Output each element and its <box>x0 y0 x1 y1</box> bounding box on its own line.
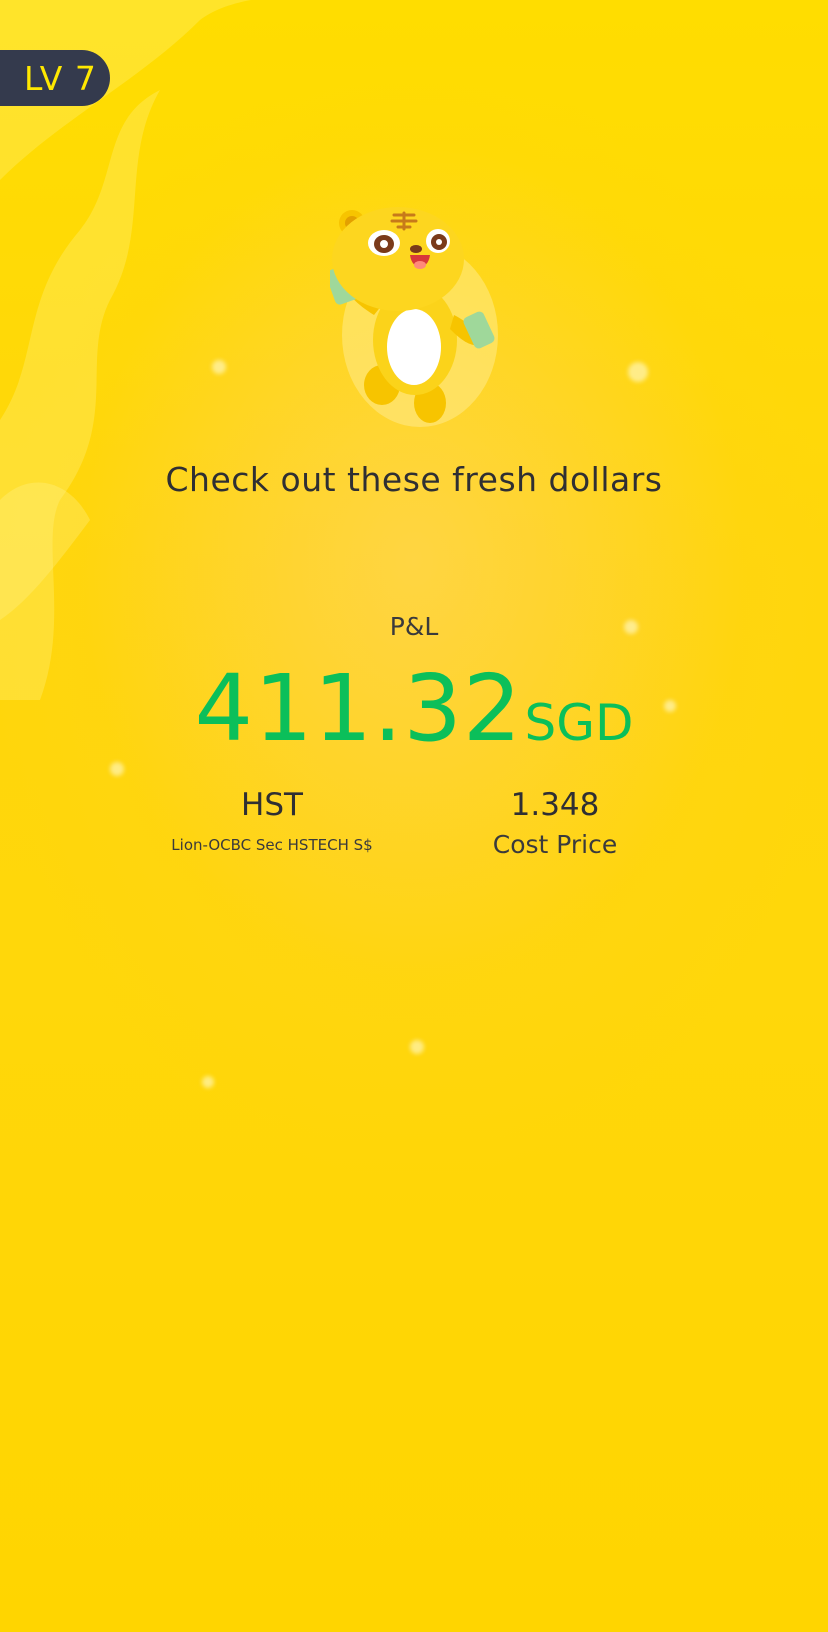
pnl-value: 411.32SGD <box>0 655 828 762</box>
cost-price-label: Cost Price <box>492 830 618 859</box>
pnl-label: P&L <box>389 612 439 641</box>
cost-price-value: 1.348 <box>510 787 600 823</box>
level-badge: LV 7 <box>0 50 110 106</box>
pnl-currency: SGD <box>524 694 634 752</box>
headline: Check out these fresh dollars <box>165 460 663 499</box>
stock-info: HST Lion-OCBC Sec HSTECH S$ <box>122 785 422 860</box>
sparkle-dot <box>628 362 648 382</box>
sparkle-dot <box>110 762 124 776</box>
stock-name: Lion-OCBC Sec HSTECH S$ <box>171 836 373 854</box>
stock-symbol: HST <box>241 787 303 823</box>
sparkle-dot <box>410 1040 424 1054</box>
level-label: LV 7 <box>24 58 97 98</box>
sparkle-dot <box>212 360 226 374</box>
sparkle-dot <box>202 1076 214 1088</box>
pnl-amount: 411.32 <box>194 655 523 762</box>
cost-info: 1.348 Cost Price <box>405 785 705 860</box>
tiger-mascot-icon <box>330 207 498 427</box>
